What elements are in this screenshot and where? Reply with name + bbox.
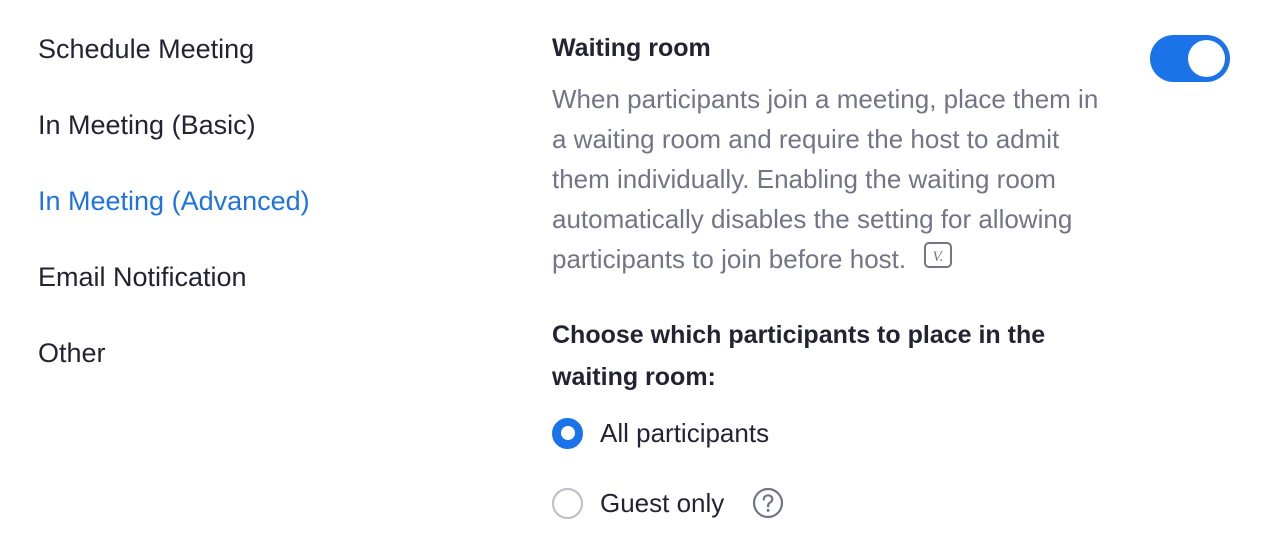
option-guest-only[interactable]: Guest only <box>552 486 784 520</box>
option-all-participants[interactable]: All participants <box>552 416 769 450</box>
question-circle-icon[interactable] <box>752 487 784 519</box>
participant-choice-label: Choose which participants to place in th… <box>552 321 1046 391</box>
settings-sidebar: Schedule Meeting In Meeting (Basic) In M… <box>0 0 500 558</box>
toggle-knob <box>1188 40 1225 77</box>
sidebar-item-in-meeting-basic[interactable]: In Meeting (Basic) <box>38 108 256 142</box>
option-label-all-participants: All participants <box>600 417 770 448</box>
radio-all-participants[interactable] <box>552 417 583 449</box>
setting-description: When participants join a meeting, place … <box>552 79 1112 279</box>
option-label-guest-only: Guest only <box>600 487 725 518</box>
sidebar-item-email-notification[interactable]: Email Notification <box>38 260 247 294</box>
sidebar-item-other[interactable]: Other <box>38 336 106 370</box>
setting-description-text: When participants join a meeting, place … <box>552 84 1099 274</box>
v-badge-text: V. <box>933 249 944 265</box>
sidebar-item-schedule-meeting[interactable]: Schedule Meeting <box>38 32 254 66</box>
radio-guest-only[interactable] <box>552 487 583 519</box>
waiting-room-setting-panel: Waiting room When participants join a me… <box>552 0 1268 558</box>
sidebar-item-in-meeting-advanced[interactable]: In Meeting (Advanced) <box>38 184 310 218</box>
waiting-room-toggle[interactable] <box>1150 35 1230 82</box>
v-badge-icon: V. <box>924 239 953 279</box>
setting-title: Waiting room <box>552 34 711 62</box>
